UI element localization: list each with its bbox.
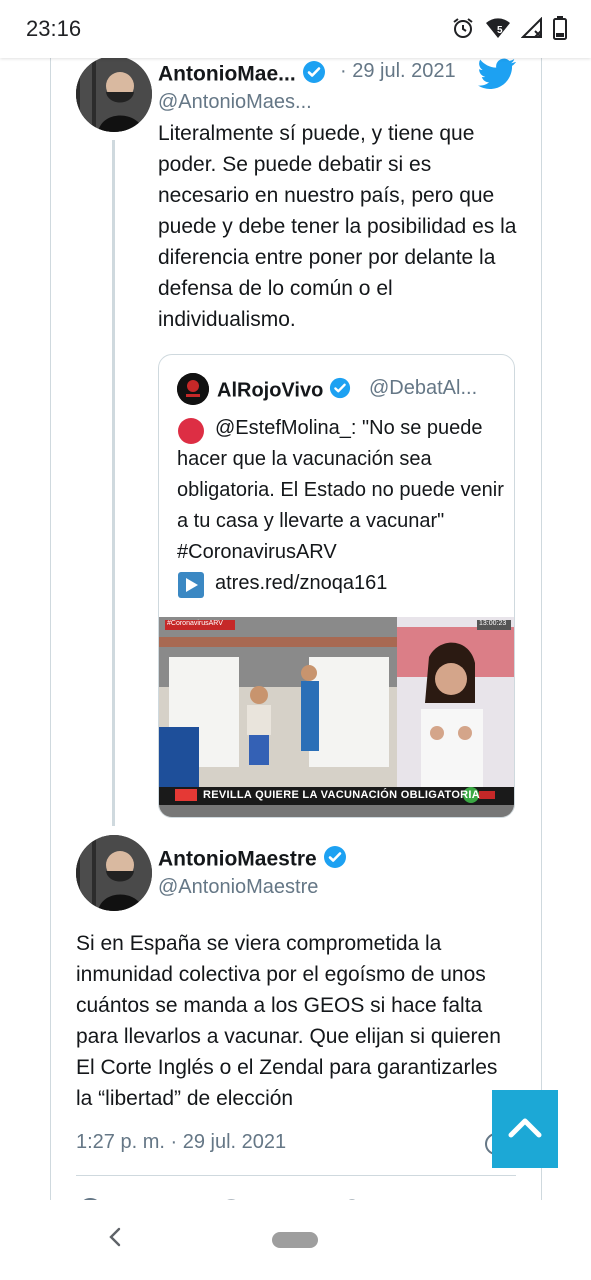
quoted-video-thumbnail[interactable]: #CoronavirusARV 13:00:23 REVILLA QUIERE … [159, 617, 514, 817]
tweet-date[interactable]: · 29 jul. 2021 [340, 60, 456, 83]
verified-badge-icon [302, 60, 326, 90]
signal-icon [520, 16, 543, 44]
status-bar: 23:16 5 [0, 0, 591, 58]
quoted-avatar [177, 373, 209, 405]
author-handle[interactable]: @AntonioMaes... [158, 91, 312, 114]
quoted-text-body: @EstefMolina_: "No se puede hacer que la… [177, 413, 507, 568]
scroll-to-top-button[interactable] [492, 1090, 558, 1168]
status-icons: 5 [451, 16, 567, 45]
quoted-author-name-text: AlRojoVivo [217, 379, 324, 402]
quoted-author-handle: @DebatAl... [369, 377, 478, 399]
quoted-tweet[interactable]: AlRojoVivo @DebatAl... @EstefMolina_: "N… [158, 354, 515, 818]
main-author-name-text: AntonioMaestre [158, 847, 317, 871]
wifi-badge: 5 [497, 25, 503, 36]
quoted-link-row: atres.red/znoqa161 [177, 568, 507, 599]
tweet-text: Literalmente sí puede, y tiene que poder… [158, 122, 517, 331]
thread-connector [112, 140, 115, 826]
avatar[interactable] [76, 835, 152, 911]
main-author-name[interactable]: AntonioMaestre [158, 845, 347, 875]
verified-badge-icon [329, 377, 351, 405]
quoted-tweet-text: @EstefMolina_: "No se puede hacer que la… [177, 413, 507, 599]
main-author-handle[interactable]: @AntonioMaestre [158, 876, 318, 899]
divider [76, 1175, 516, 1176]
alarm-icon [451, 16, 475, 45]
wifi-icon: 5 [485, 17, 511, 44]
red-circle-emoji-icon [177, 417, 205, 455]
status-time: 23:16 [26, 16, 82, 41]
chevron-left-icon [107, 1226, 123, 1253]
tweet-timestamp[interactable]: 1:27 p. m. · 29 jul. 2021 [76, 1131, 286, 1154]
quoted-text-main: @EstefMolina_: "No se puede hacer que la… [177, 417, 504, 563]
verified-badge-icon [323, 845, 347, 875]
quoted-author-name: AlRojoVivo [217, 377, 351, 405]
back-button[interactable] [100, 1224, 130, 1254]
navigation-bar [0, 1200, 591, 1280]
video-banner: REVILLA QUIERE LA VACUNACIÓN OBLIGATORIA [203, 789, 481, 801]
twitter-bird-icon[interactable] [478, 58, 516, 95]
avatar[interactable] [76, 56, 152, 132]
author-name[interactable]: AntonioMae... [158, 60, 326, 90]
battery-icon [553, 16, 567, 45]
author-name-text: AntonioMae... [158, 62, 296, 86]
action-bar [76, 1190, 516, 1200]
quoted-link[interactable]: atres.red/znoqa161 [215, 572, 387, 594]
chevron-up-icon [507, 1115, 543, 1144]
video-clock: 13:00:23 [479, 620, 507, 627]
main-tweet-text: Si en España se viera comprometida la in… [76, 932, 501, 1110]
home-pill-button[interactable] [272, 1232, 318, 1248]
video-tag: #CoronavirusARV [167, 620, 223, 627]
play-emoji-icon [177, 571, 205, 609]
tweet-card: AntonioMae... · 29 jul. 2021 @AntonioMae… [0, 0, 591, 1200]
